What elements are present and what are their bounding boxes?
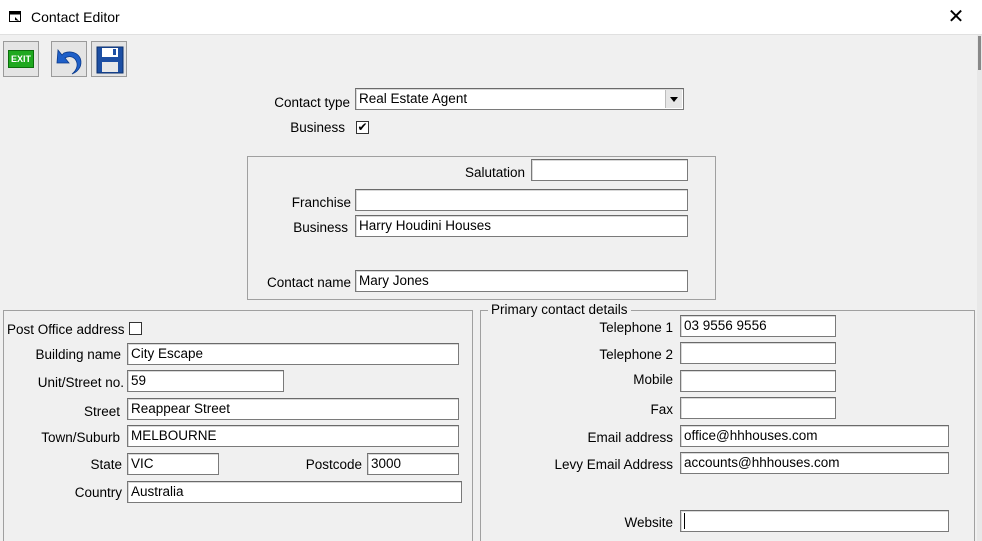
salutation-label: Salutation: [464, 165, 525, 180]
postcode-input[interactable]: 3000: [367, 453, 459, 475]
contact-type-select[interactable]: Real Estate Agent: [355, 88, 684, 110]
business-flag-label: Business: [290, 120, 345, 135]
business-checkbox[interactable]: ✔: [356, 121, 369, 134]
telephone1-label: Telephone 1: [599, 320, 673, 335]
telephone1-input[interactable]: 03 9556 9556: [680, 315, 836, 337]
po-address-label: Post Office address: [7, 322, 125, 337]
dropdown-arrow-icon[interactable]: [665, 90, 682, 108]
street-input[interactable]: Reappear Street: [127, 398, 459, 420]
contact-details-legend: Primary contact details: [488, 302, 631, 317]
levy-email-label: Levy Email Address: [554, 457, 673, 472]
franchise-input[interactable]: [355, 189, 688, 211]
town-input[interactable]: MELBOURNE: [127, 425, 459, 447]
vertical-scrollbar[interactable]: [977, 35, 982, 541]
save-button[interactable]: [91, 41, 127, 77]
po-address-checkbox[interactable]: [129, 322, 142, 335]
levy-email-input[interactable]: accounts@hhhouses.com: [680, 452, 949, 474]
contact-type-value: Real Estate Agent: [359, 91, 468, 106]
state-label: State: [90, 457, 122, 472]
website-input[interactable]: [680, 510, 949, 532]
salutation-input[interactable]: [531, 159, 688, 181]
email-label: Email address: [587, 430, 673, 445]
undo-icon: [56, 48, 82, 75]
business-name-label: Business: [293, 220, 348, 235]
mobile-input[interactable]: [680, 370, 836, 392]
postcode-label: Postcode: [305, 457, 362, 472]
close-icon[interactable]: ✕: [944, 6, 968, 28]
country-label: Country: [74, 485, 122, 500]
country-input[interactable]: Australia: [127, 481, 462, 503]
town-label: Town/Suburb: [41, 430, 120, 445]
building-input[interactable]: City Escape: [127, 343, 459, 365]
unit-label: Unit/Street no.: [37, 375, 124, 390]
text-cursor: [684, 513, 685, 529]
franchise-label: Franchise: [291, 195, 351, 210]
telephone2-input[interactable]: [680, 342, 836, 364]
building-label: Building name: [35, 347, 121, 362]
fax-input[interactable]: [680, 397, 836, 419]
email-input[interactable]: office@hhhouses.com: [680, 425, 949, 447]
window-app-icon: [9, 11, 21, 22]
mobile-label: Mobile: [633, 372, 673, 387]
telephone2-label: Telephone 2: [599, 347, 673, 362]
fax-label: Fax: [650, 402, 673, 417]
undo-button[interactable]: [51, 41, 87, 77]
website-label: Website: [624, 515, 673, 530]
title-bar: Contact Editor ✕: [0, 0, 982, 35]
contact-name-input[interactable]: Mary Jones: [355, 270, 688, 292]
exit-button[interactable]: EXIT: [3, 41, 39, 77]
window-title: Contact Editor: [31, 9, 120, 25]
street-label: Street: [83, 404, 120, 419]
checkmark-icon: ✔: [357, 120, 368, 134]
business-name-input[interactable]: Harry Houdini Houses: [355, 215, 688, 237]
contact-name-label: Contact name: [266, 275, 351, 290]
scrollbar-thumb[interactable]: [978, 36, 981, 70]
save-icon: [96, 46, 124, 74]
state-input[interactable]: VIC: [127, 453, 219, 475]
contact-type-label: Contact type: [274, 95, 350, 110]
unit-input[interactable]: 59: [127, 370, 284, 392]
exit-icon: EXIT: [8, 50, 34, 68]
